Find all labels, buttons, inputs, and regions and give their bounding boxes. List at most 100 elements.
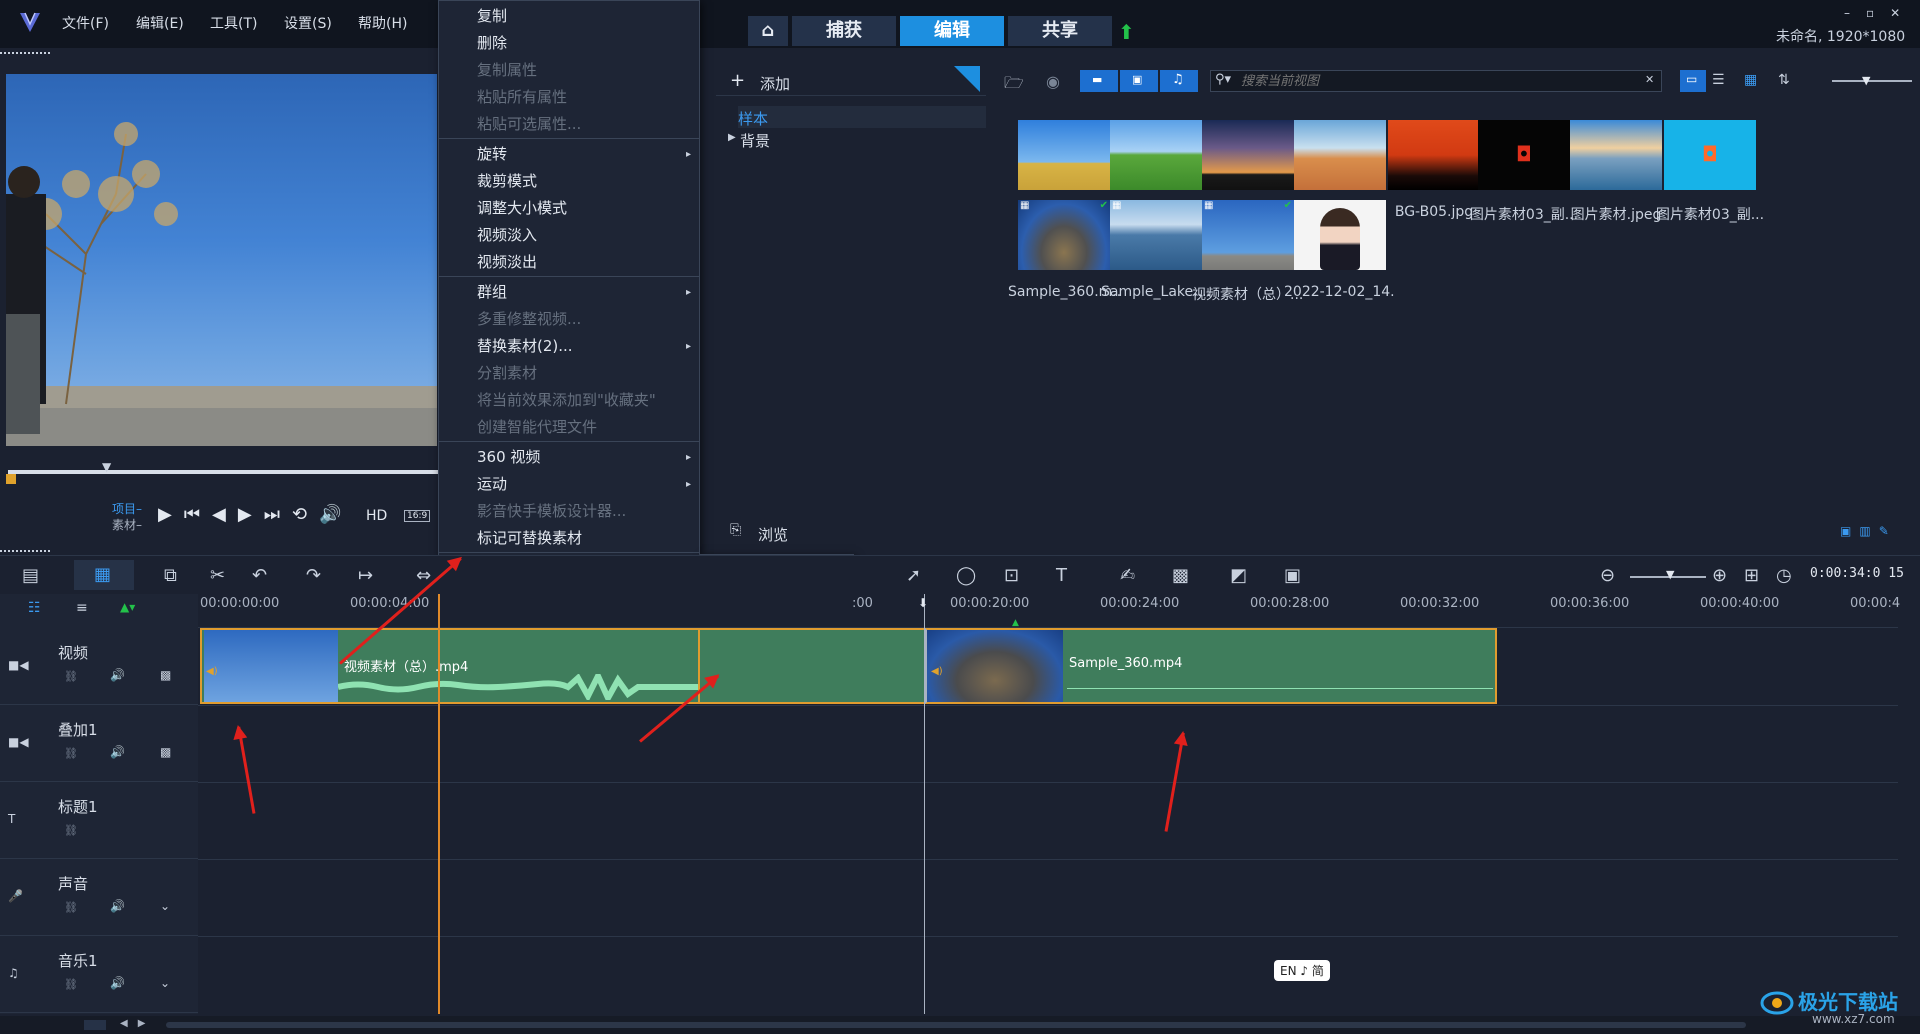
- tab-share[interactable]: 共享: [1008, 16, 1112, 46]
- track-scroll-button[interactable]: [84, 1020, 106, 1030]
- link-icon[interactable]: ⛓: [64, 747, 78, 760]
- expand-track-icon[interactable]: ⌄: [160, 899, 170, 913]
- aspect-ratio-button[interactable]: 16:9: [404, 510, 431, 522]
- video-clip-1-hidden[interactable]: [700, 628, 928, 704]
- play-icon[interactable]: ▶: [158, 504, 184, 525]
- sort-icon[interactable]: ⇅: [1778, 72, 1790, 88]
- link-icon[interactable]: ⛓: [64, 670, 78, 683]
- menu-edit[interactable]: 编辑(E): [136, 13, 184, 33]
- track-header[interactable]: ♫ 音乐1 ⛓ 🔊 ⌄: [0, 936, 198, 1013]
- playhead-line[interactable]: [438, 594, 440, 1014]
- close-icon[interactable]: ✕: [1890, 6, 1916, 20]
- filter-video-button[interactable]: ▬: [1080, 70, 1118, 92]
- track-header[interactable]: ■◀ 叠加1 ⛓ 🔊 ▩: [0, 705, 198, 782]
- add-icon[interactable]: +: [730, 70, 745, 91]
- tracking-icon[interactable]: ⊡: [1004, 565, 1019, 586]
- undo-icon[interactable]: ↶: [252, 565, 267, 586]
- menu-tools[interactable]: 工具(T): [210, 13, 257, 33]
- media-thumbnail[interactable]: ▦: [1110, 200, 1202, 270]
- repeat-icon[interactable]: ⟲: [292, 504, 319, 525]
- context-menu-item[interactable]: 替换素材(2)... ▸: [439, 333, 699, 360]
- clear-search-icon[interactable]: ✕: [1645, 73, 1654, 86]
- end-frame-icon[interactable]: ⏭: [264, 504, 292, 525]
- paint-icon[interactable]: ✍: [1120, 565, 1135, 586]
- context-menu-item[interactable]: 运动 ▸: [439, 471, 699, 498]
- ripple-icon[interactable]: ▩: [160, 745, 171, 759]
- scrub-bar[interactable]: [8, 470, 438, 474]
- scroll-left-icon[interactable]: ◀: [120, 1018, 138, 1029]
- track-volume-icon[interactable]: 🔊: [110, 668, 125, 682]
- prev-frame-icon[interactable]: ◀: [212, 504, 238, 525]
- record-icon[interactable]: ◉: [1046, 72, 1060, 91]
- add-library-button[interactable]: 添加: [760, 73, 790, 94]
- redo-icon[interactable]: ↷: [306, 565, 321, 586]
- search-input[interactable]: [1241, 73, 1621, 89]
- search-box[interactable]: ⚲▾ ✕: [1210, 70, 1662, 92]
- zoom-in-icon[interactable]: ⊕: [1712, 565, 1727, 586]
- import-folder-icon[interactable]: 🗁: [1004, 72, 1024, 99]
- playhead-handle-icon[interactable]: ⬇: [918, 596, 928, 610]
- context-menu-item[interactable]: 调整大小模式: [439, 195, 699, 222]
- media-thumbnail[interactable]: ▦ ✔: [1202, 200, 1294, 270]
- grid-view-icon[interactable]: ▦: [1744, 72, 1757, 88]
- mask-icon[interactable]: ◯: [956, 565, 976, 586]
- ime-indicator[interactable]: EN ♪ 简: [1274, 960, 1330, 981]
- media-thumbnail[interactable]: ◘: [1664, 120, 1756, 190]
- chapter-icon[interactable]: ▲▾: [120, 600, 135, 614]
- video-clip-1[interactable]: ◀) 视频素材（总）.mp4: [200, 628, 700, 704]
- scroll-right-icon[interactable]: ▶: [138, 1018, 156, 1029]
- motion-icon[interactable]: ➚: [906, 565, 921, 586]
- video-clip-2[interactable]: ◀) Sample_360.mp4: [925, 628, 1497, 704]
- media-thumbnail[interactable]: [1294, 120, 1386, 190]
- edit-view-icon[interactable]: ✎: [1879, 524, 1897, 538]
- track-header[interactable]: 🎤 声音 ⛓ 🔊 ⌄: [0, 859, 198, 936]
- time-ruler[interactable]: [198, 594, 1898, 628]
- color-grade-icon[interactable]: ◩: [1230, 565, 1247, 586]
- add-track-icon[interactable]: ≡: [76, 600, 88, 616]
- context-menu-item[interactable]: 视频淡入: [439, 222, 699, 249]
- media-thumbnail[interactable]: [1110, 120, 1202, 190]
- copy-icon[interactable]: ⧉: [164, 565, 177, 586]
- media-thumbnail[interactable]: [1388, 120, 1480, 190]
- tools-icon[interactable]: ✂: [210, 565, 225, 586]
- home-tab[interactable]: ⌂: [748, 16, 788, 46]
- expand-icon[interactable]: ▶: [728, 132, 736, 143]
- media-thumbnail[interactable]: [1570, 120, 1662, 190]
- minimize-icon[interactable]: –: [1844, 6, 1866, 20]
- ripple-icon[interactable]: ▩: [160, 668, 171, 682]
- panel-view-icon[interactable]: ▣: [1840, 524, 1859, 538]
- fit-icon[interactable]: ↦: [358, 565, 373, 586]
- track-volume-icon[interactable]: 🔊: [110, 899, 125, 913]
- track-volume-icon[interactable]: 🔊: [110, 745, 125, 759]
- scrub-handle-icon[interactable]: ▼: [102, 460, 111, 474]
- track-volume-icon[interactable]: 🔊: [110, 976, 125, 990]
- media-thumbnail[interactable]: [1294, 200, 1386, 270]
- zoom-handle-icon[interactable]: ▼: [1666, 568, 1674, 581]
- media-thumbnail[interactable]: ◘: [1478, 120, 1570, 190]
- context-menu-item[interactable]: 标记可替换素材: [439, 525, 699, 552]
- menu-settings[interactable]: 设置(S): [284, 13, 332, 33]
- tab-capture[interactable]: 捕获: [792, 16, 896, 46]
- hd-toggle[interactable]: HD: [366, 508, 387, 524]
- zoom-out-icon[interactable]: ⊖: [1600, 565, 1615, 586]
- filter-audio-button[interactable]: ♫: [1160, 70, 1198, 92]
- timeline-grip[interactable]: [0, 550, 50, 552]
- track-header[interactable]: T 标题1 ⛓: [0, 782, 198, 859]
- timecode-display[interactable]: 0:00:34:0 15: [1810, 566, 1904, 581]
- slider-handle-icon[interactable]: ▼: [1862, 74, 1870, 87]
- view-large-button[interactable]: ▭: [1680, 70, 1706, 92]
- media-thumbnail[interactable]: ▦ ✔: [1018, 200, 1110, 270]
- restore-icon[interactable]: ▫: [1866, 6, 1890, 20]
- media-thumbnail[interactable]: [1202, 120, 1294, 190]
- context-menu-item[interactable]: 群组 ▸: [439, 279, 699, 306]
- library-item-background[interactable]: 背景: [740, 130, 770, 151]
- track-manager-icon[interactable]: ☷: [28, 600, 41, 616]
- project-mode[interactable]: 项目–: [112, 500, 142, 517]
- browse-button[interactable]: 浏览: [758, 524, 788, 545]
- link-icon[interactable]: ⛓: [64, 978, 78, 991]
- upload-icon[interactable]: ⬆: [1118, 20, 1135, 44]
- context-menu-item[interactable]: 视频淡出: [439, 249, 699, 276]
- context-menu-item[interactable]: 复制: [439, 3, 699, 30]
- context-menu-item[interactable]: 裁剪模式: [439, 168, 699, 195]
- menu-file[interactable]: 文件(F): [62, 13, 109, 33]
